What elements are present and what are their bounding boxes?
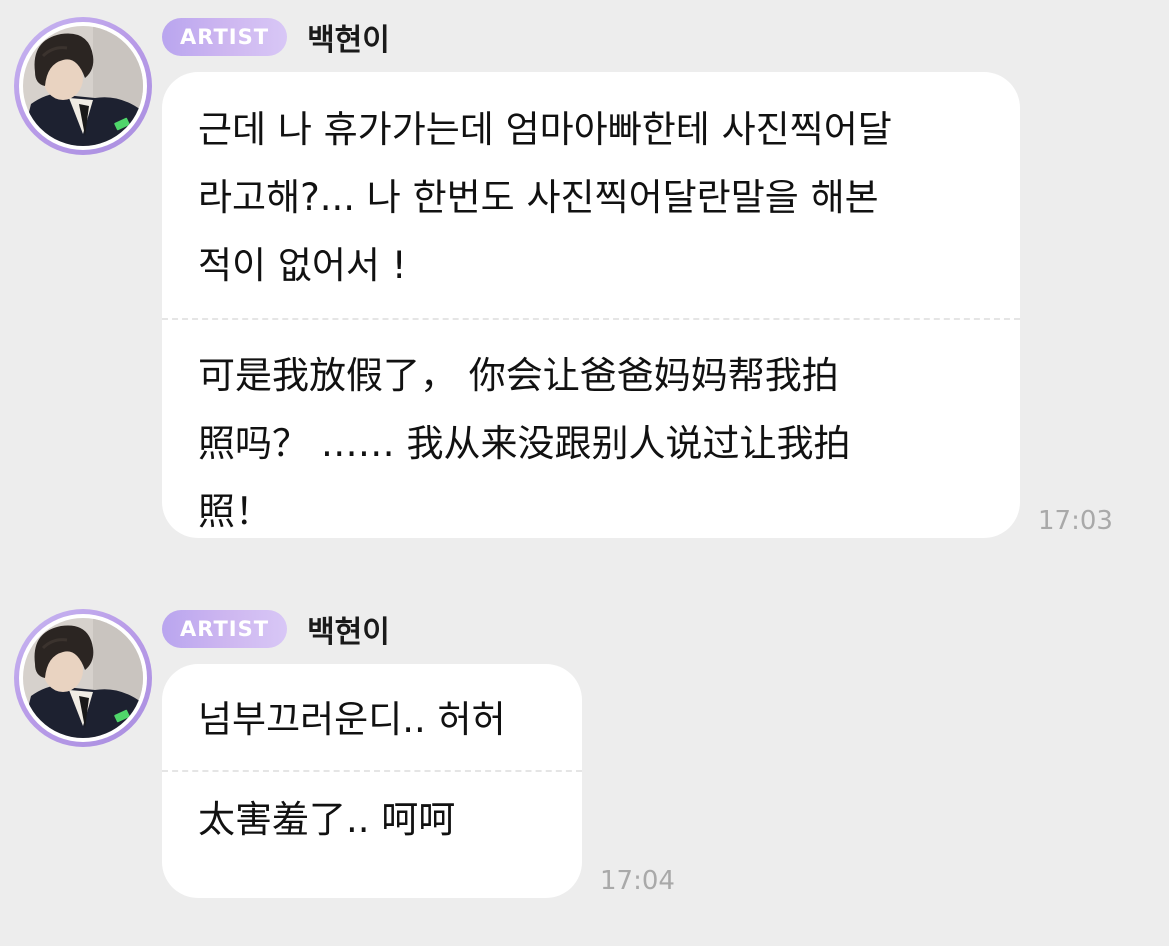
avatar[interactable] bbox=[14, 609, 152, 747]
message-text-translation: 可是我放假了， 你会让爸爸妈妈帮我拍 照吗？ …… 我从来没跟别人说过让我拍 照… bbox=[198, 354, 851, 533]
message-text-korean: 넘부끄러운디.. 허허 bbox=[198, 698, 506, 741]
sender-name[interactable]: 백현이 bbox=[307, 15, 390, 59]
profile-photo-icon bbox=[23, 618, 143, 738]
message-header: ARTIST 백현이 bbox=[162, 607, 390, 651]
artist-badge: ARTIST bbox=[162, 18, 288, 56]
artist-badge: ARTIST bbox=[162, 610, 288, 648]
avatar[interactable] bbox=[14, 17, 152, 155]
message-bubble[interactable]: 근데 나 휴가가는데 엄마아빠한테 사진찍어달 라고해?... 나 한번도 사진… bbox=[162, 72, 1020, 538]
message-text-translation: 太害羞了.. 呵呵 bbox=[198, 798, 456, 841]
profile-photo-icon bbox=[23, 26, 143, 146]
message-timestamp: 17:04 bbox=[600, 866, 675, 896]
message-header: ARTIST 백현이 bbox=[162, 15, 390, 59]
sender-name[interactable]: 백현이 bbox=[307, 607, 390, 651]
message-timestamp: 17:03 bbox=[1038, 506, 1113, 536]
message-bubble[interactable]: 넘부끄러운디.. 허허 太害羞了.. 呵呵 bbox=[162, 664, 582, 898]
chat-message: ARTIST 백현이 근데 나 휴가가는데 엄마아빠한테 사진찍어달 라고해?.… bbox=[0, 0, 1169, 560]
chat-message: ARTIST 백현이 넘부끄러운디.. 허허 太害羞了.. 呵呵 17:04 bbox=[0, 592, 1169, 946]
message-text-korean: 근데 나 휴가가는데 엄마아빠한테 사진찍어달 라고해?... 나 한번도 사진… bbox=[198, 108, 892, 287]
